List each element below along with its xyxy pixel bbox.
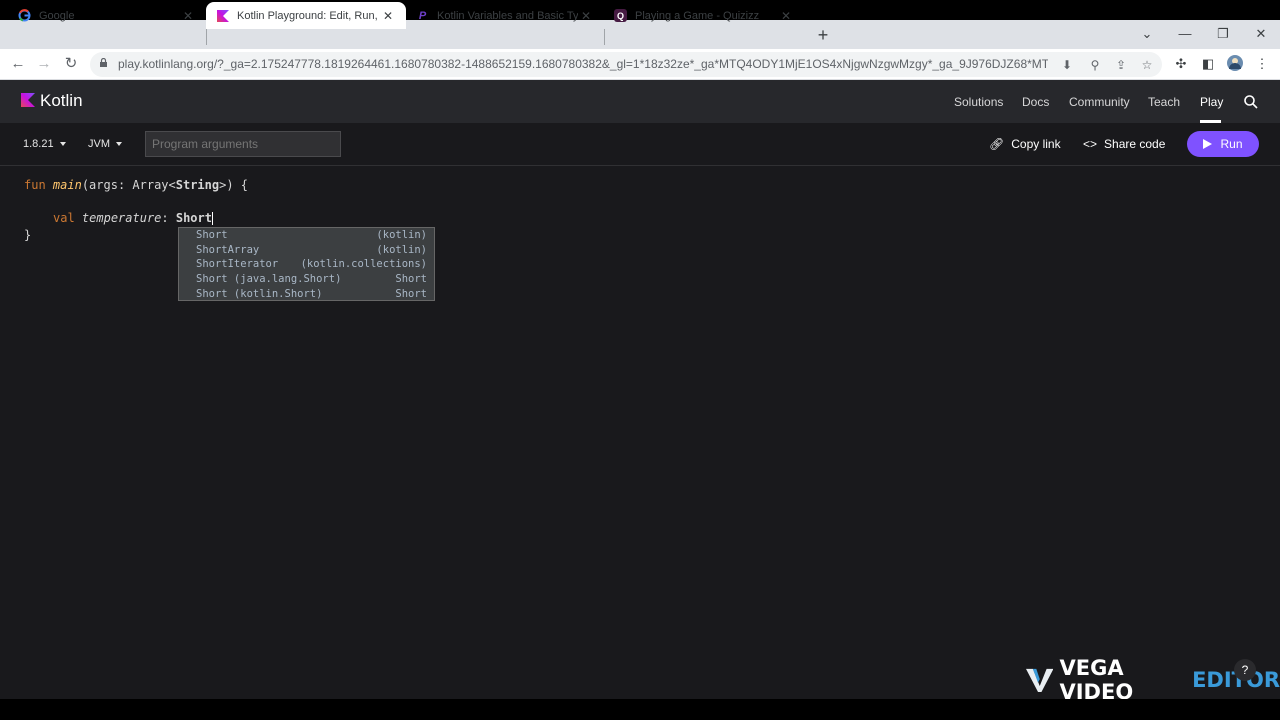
function-name: main	[52, 178, 82, 192]
nav-community[interactable]: Community	[1069, 95, 1130, 109]
autocomplete-item[interactable]: Short (kotlin)	[179, 228, 434, 243]
nav-teach[interactable]: Teach	[1148, 95, 1180, 109]
autocomplete-item[interactable]: ShortArray (kotlin)	[179, 243, 434, 258]
colon: :	[161, 211, 176, 225]
site-header: Kotlin Solutions Docs Community Teach Pl…	[0, 80, 1280, 123]
suggestion-package: Short	[395, 287, 427, 300]
version-select[interactable]: 1.8.21	[23, 138, 66, 150]
suggestion-package: (kotlin)	[376, 229, 427, 242]
nav-solutions[interactable]: Solutions	[954, 95, 1003, 109]
typed-text: Short	[175, 211, 212, 225]
playground-toolbar: 1.8.21 JVM 🔗︎ Copy link <> Share code Run	[0, 123, 1280, 166]
copy-link-button[interactable]: 🔗︎ Copy link	[989, 137, 1061, 151]
tab-kotlin-variables[interactable]: P Kotlin Variables and Basic Types ✕	[406, 2, 604, 29]
help-button[interactable]: ?	[1234, 659, 1256, 681]
autocomplete-item[interactable]: Short (java.lang.Short) Short	[179, 272, 434, 287]
new-tab-button[interactable]: +	[812, 24, 834, 46]
extensions-icon[interactable]: ✣	[1171, 54, 1191, 74]
watermark-text: VEGA VIDEO	[1059, 656, 1134, 704]
keyword: fun	[24, 178, 46, 192]
reload-icon[interactable]: ↻	[60, 53, 82, 75]
suggestion-package: Short	[395, 273, 427, 286]
code-line-1[interactable]: fun main(args: Array<String>) {	[24, 178, 248, 192]
screen: Google ✕ Kotlin Playground: Edit, Run, S…	[0, 0, 1280, 720]
back-icon[interactable]: ←	[7, 53, 29, 75]
close-icon[interactable]: ✕	[380, 9, 396, 23]
close-window-icon[interactable]: ✕	[1242, 20, 1280, 49]
kotlin-icon	[216, 9, 229, 22]
zoom-icon[interactable]: ⚲	[1085, 55, 1105, 75]
google-icon	[18, 9, 31, 22]
line-end: >) {	[219, 178, 249, 192]
autocomplete-item[interactable]: ShortIterator (kotlin.collections)	[179, 257, 434, 272]
type-name: String	[175, 178, 220, 192]
tab-search-icon[interactable]: ⌄	[1128, 20, 1166, 49]
code-line-3[interactable]: val temperature: Short	[53, 211, 213, 225]
suggestion-name: Short	[196, 229, 228, 242]
tab-title: Kotlin Playground: Edit, Run, Sha	[237, 9, 380, 22]
suggestion-name: Short (kotlin.Short)	[196, 287, 323, 300]
link-icon: 🔗︎	[989, 137, 1005, 151]
suggestion-name: ShortArray	[196, 243, 260, 256]
share-code-label: Share code	[1104, 137, 1166, 151]
tab-title: Playing a Game - Quizizz	[635, 9, 760, 22]
bookmark-star-icon[interactable]: ☆	[1137, 55, 1157, 75]
target-select[interactable]: JVM	[88, 138, 122, 150]
nav-play[interactable]: Play	[1200, 95, 1223, 109]
forward-icon[interactable]: →	[33, 53, 55, 75]
params: (args: Array<	[81, 178, 176, 192]
variable-name: temperature	[81, 211, 162, 225]
suggestion-package: (kotlin.collections)	[300, 258, 427, 271]
share-code-button[interactable]: <> Share code	[1083, 137, 1165, 151]
lock-icon	[100, 58, 107, 67]
bottom-letterbox	[0, 699, 1280, 720]
tab-divider	[206, 29, 207, 45]
avatar[interactable]	[1225, 54, 1245, 74]
address-bar[interactable]: play.kotlinlang.org/?_ga=2.175247778.181…	[90, 52, 1162, 77]
program-arguments-input[interactable]	[145, 131, 341, 157]
tab-kotlin-playground[interactable]: Kotlin Playground: Edit, Run, Sha ✕	[206, 2, 406, 29]
code-line-4[interactable]: }	[24, 228, 31, 242]
play-icon	[1203, 139, 1213, 149]
text-cursor	[211, 212, 213, 225]
chevron-down-icon	[116, 142, 122, 147]
tab-google[interactable]: Google ✕	[8, 2, 206, 29]
restore-icon[interactable]: ❐	[1204, 20, 1242, 49]
minimize-icon[interactable]: —	[1166, 20, 1204, 49]
target-value: JVM	[88, 138, 110, 150]
side-panel-icon[interactable]: ◧	[1198, 54, 1218, 74]
close-icon[interactable]: ✕	[578, 9, 594, 23]
keyword: val	[53, 211, 75, 225]
suggestion-package: (kotlin)	[376, 243, 427, 256]
share-icon[interactable]: ⇪	[1111, 55, 1131, 75]
nav-docs[interactable]: Docs	[1022, 95, 1049, 109]
run-label: Run	[1220, 137, 1243, 151]
run-button[interactable]: Run	[1187, 131, 1259, 157]
chevron-down-icon	[59, 142, 66, 147]
p-icon: P	[418, 9, 427, 22]
autocomplete-popup: Short (kotlin) ShortArray (kotlin) ShortIt…	[178, 227, 435, 301]
code-icon: <>	[1083, 137, 1098, 151]
copy-link-label: Copy link	[1011, 137, 1061, 151]
tab-title: Google	[39, 9, 75, 22]
quizizz-icon: Q	[614, 9, 627, 22]
tab-quizizz[interactable]: Q Playing a Game - Quizizz ✕	[604, 2, 804, 29]
tab-divider	[604, 29, 605, 45]
autocomplete-item[interactable]: Short (kotlin.Short) Short	[179, 286, 434, 301]
suggestion-name: ShortIterator	[196, 258, 279, 271]
close-icon[interactable]: ✕	[778, 9, 794, 23]
vega-logo-icon	[1026, 668, 1054, 693]
tab-title: Kotlin Variables and Basic Types	[437, 9, 578, 22]
version-value: 1.8.21	[23, 138, 54, 150]
menu-dots-icon[interactable]: ⋮	[1252, 54, 1272, 74]
url-text: play.kotlinlang.org/?_ga=2.175247778.181…	[118, 57, 1048, 71]
search-icon[interactable]	[1243, 94, 1259, 110]
install-icon[interactable]: ⬇	[1057, 55, 1077, 75]
browser-toolbar: ← → ↻ play.kotlinlang.org/?_ga=2.1752477…	[0, 49, 1280, 80]
kotlin-logo-icon[interactable]	[21, 93, 35, 107]
brand-name[interactable]: Kotlin	[40, 91, 83, 111]
close-icon[interactable]: ✕	[180, 9, 196, 23]
suggestion-name: Short (java.lang.Short)	[196, 273, 342, 286]
